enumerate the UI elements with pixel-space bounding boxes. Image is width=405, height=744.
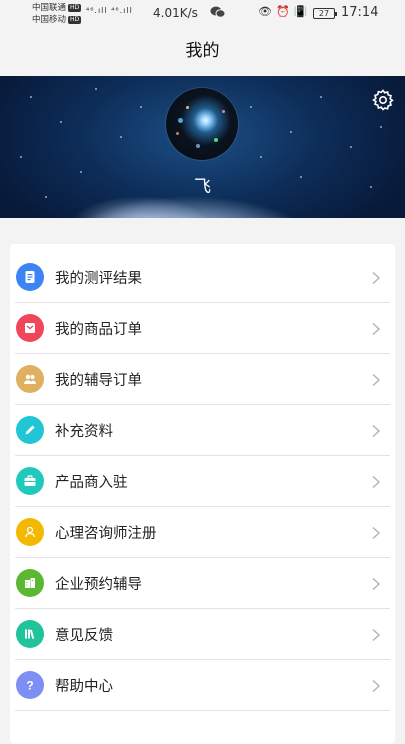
star-decoration	[140, 106, 142, 108]
menu-item[interactable]: 企业预约辅导	[15, 558, 390, 609]
menu-item-label: 意见反馈	[55, 627, 113, 644]
avatar[interactable]	[166, 88, 238, 160]
chevron-right-icon	[369, 576, 383, 591]
eye-icon: 👁	[258, 5, 276, 18]
chevron-right-icon	[369, 372, 383, 387]
carrier-info: 中国联通 HD 中国移动 HD	[32, 2, 82, 26]
books-icon	[16, 620, 44, 648]
carrier-2: 中国移动	[32, 15, 67, 25]
people-icon	[16, 365, 44, 393]
hd-badge: HD	[68, 15, 82, 24]
carrier-1: 中国联通	[32, 3, 67, 13]
star-decoration	[320, 96, 322, 98]
page-title: 我的	[0, 28, 405, 76]
person-icon	[16, 518, 44, 546]
pencil-icon	[16, 416, 44, 444]
signal-icon: ⁴⁶.ıll ⁴⁶.ıll	[86, 6, 133, 15]
clock: 17:14	[341, 5, 379, 20]
menu-item[interactable]: 意见反馈	[15, 609, 390, 660]
menu-item-label: 产品商入驻	[55, 474, 128, 491]
menu-item-label: 心理咨询师注册	[55, 525, 157, 542]
net-speed: 4.01K/s	[153, 6, 198, 20]
menu-card: 我的测评结果 我的商品订单 我的辅导订单 补充资料产品商入驻心理咨询师注册 企业预约辅导…	[10, 244, 395, 744]
system-icons: 👁⏰📳	[258, 5, 311, 18]
username: 飞	[194, 177, 211, 197]
menu-item[interactable]: 心理咨询师注册	[15, 507, 390, 558]
briefcase-icon	[16, 467, 44, 495]
menu-item-label: 我的测评结果	[55, 270, 142, 287]
star-decoration	[95, 88, 97, 90]
menu-item-label: 我的辅导订单	[55, 372, 142, 389]
hd-badge: HD	[68, 3, 82, 12]
star-decoration	[350, 146, 352, 148]
question-icon: ?	[16, 671, 44, 699]
menu-item-label: 补充资料	[55, 423, 113, 440]
menu-item[interactable]: 产品商入驻	[15, 456, 390, 507]
wechat-icon	[210, 5, 226, 22]
chevron-right-icon	[369, 270, 383, 285]
chevron-right-icon	[369, 678, 383, 693]
menu-item[interactable]: 补充资料	[15, 405, 390, 456]
profile-banner: 飞	[0, 76, 405, 218]
chevron-right-icon	[369, 525, 383, 540]
star-decoration	[250, 106, 252, 108]
star-decoration	[290, 131, 292, 133]
menu-item[interactable]: 我的辅导订单	[15, 354, 390, 405]
star-decoration	[20, 156, 22, 158]
menu-item-label: 企业预约辅导	[55, 576, 142, 593]
menu-item-label: 帮助中心	[55, 678, 113, 695]
envelope-icon	[16, 314, 44, 342]
settings-gear-icon[interactable]	[371, 88, 395, 112]
building-icon	[16, 569, 44, 597]
chevron-right-icon	[369, 627, 383, 642]
star-decoration	[380, 126, 382, 128]
battery-icon: 27	[313, 8, 337, 19]
menu-item-label: 我的商品订单	[55, 321, 142, 338]
chevron-right-icon	[369, 423, 383, 438]
menu-item[interactable]: 我的测评结果	[15, 252, 390, 303]
vibrate-icon: 📳	[293, 5, 312, 18]
star-decoration	[120, 136, 122, 138]
menu-item[interactable]: 我的商品订单	[15, 303, 390, 354]
alarm-icon: ⏰	[275, 5, 294, 18]
menu-item[interactable]: ? 帮助中心	[15, 660, 390, 711]
svg-text:?: ?	[26, 679, 33, 693]
chevron-right-icon	[369, 321, 383, 336]
chevron-right-icon	[369, 474, 383, 489]
star-decoration	[30, 96, 32, 98]
status-bar: 中国联通 HD 中国移动 HD ⁴⁶.ıll ⁴⁶.ıll 4.01K/s 👁⏰📳 …	[0, 0, 405, 28]
document-icon	[16, 263, 44, 291]
star-decoration	[60, 121, 62, 123]
star-decoration	[260, 156, 262, 158]
